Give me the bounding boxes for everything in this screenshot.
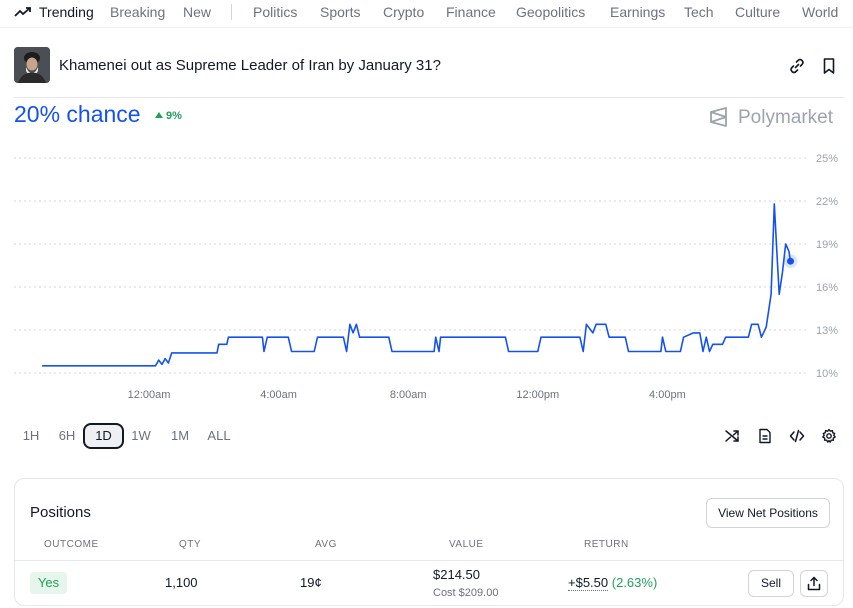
- range-1m[interactable]: 1M: [167, 423, 193, 449]
- col-qty: QTY: [179, 539, 202, 550]
- nav-item-breaking[interactable]: Breaking: [110, 4, 165, 20]
- up-arrow-icon: [155, 112, 163, 118]
- share-icon: [807, 576, 821, 591]
- polymarket-logo-icon: [710, 107, 727, 127]
- avg-value: 19¢: [300, 575, 322, 590]
- nav-item-finance[interactable]: Finance: [446, 4, 496, 20]
- delta-value: 9%: [166, 110, 182, 122]
- x-tick-label: 8:00am: [390, 389, 427, 401]
- nav-item-crypto[interactable]: Crypto: [383, 4, 424, 20]
- nav-item-tech[interactable]: Tech: [684, 4, 714, 20]
- market-title: Khamenei out as Supreme Leader of Iran b…: [59, 57, 441, 74]
- positions-panel: Positions View Net Positions OUTCOME QTY…: [14, 478, 844, 606]
- y-tick-label: 10%: [816, 368, 838, 380]
- col-outcome: OUTCOME: [44, 539, 99, 550]
- brand-name: Polymarket: [738, 107, 834, 128]
- qty-value: 1,100: [165, 575, 198, 590]
- outcome-badge: Yes: [30, 572, 67, 594]
- range-1w[interactable]: 1W: [128, 423, 154, 449]
- y-tick-label: 25%: [816, 153, 838, 165]
- nav-item-politics[interactable]: Politics: [253, 4, 297, 20]
- nav-trending[interactable]: Trending: [39, 4, 94, 20]
- settings-icon[interactable]: [821, 428, 837, 444]
- last-point: [787, 257, 795, 265]
- col-avg: AVG: [315, 539, 337, 550]
- y-tick-label: 22%: [816, 196, 838, 208]
- nav-item-earnings[interactable]: Earnings: [610, 4, 665, 20]
- range-6h[interactable]: 6H: [55, 423, 79, 449]
- document-icon[interactable]: [757, 428, 773, 444]
- portrait-image: [14, 47, 50, 83]
- series-line: [42, 203, 792, 367]
- position-value: $214.50: [433, 567, 480, 582]
- nav-item-culture[interactable]: Culture: [735, 4, 780, 20]
- nav-item-world[interactable]: World: [802, 4, 838, 20]
- positions-divider: [15, 560, 843, 561]
- range-all[interactable]: ALL: [204, 423, 234, 449]
- top-nav: Trending Breaking New Politics Sports Cr…: [0, 0, 853, 28]
- share-button[interactable]: [800, 570, 828, 597]
- header-divider: [14, 97, 844, 98]
- col-return: RETURN: [584, 539, 629, 550]
- x-tick-label: 4:00pm: [649, 389, 686, 401]
- y-tick-label: 16%: [816, 282, 838, 294]
- price-chart[interactable]: 25% 22% 19% 16% 13% 10% 12:00am 4:00am 8:00am 12:…: [0, 140, 853, 410]
- market-image: [14, 47, 50, 83]
- shuffle-icon[interactable]: [724, 428, 740, 444]
- trending-icon: [14, 7, 31, 17]
- x-tick-label: 12:00am: [128, 389, 171, 401]
- link-icon[interactable]: [787, 56, 807, 76]
- nav-item-geopolitics[interactable]: Geopolitics: [516, 4, 585, 20]
- nav-item-new[interactable]: New: [183, 4, 211, 20]
- col-value: VALUE: [449, 539, 484, 550]
- nav-divider: [231, 4, 232, 20]
- range-1h[interactable]: 1H: [19, 423, 43, 449]
- range-1d[interactable]: 1D: [83, 423, 124, 449]
- chance-delta: 9%: [155, 110, 182, 122]
- y-tick-label: 19%: [816, 239, 838, 251]
- bookmark-icon[interactable]: [819, 56, 839, 76]
- return-percent: (2.63%): [611, 575, 658, 590]
- positions-title: Positions: [30, 504, 91, 521]
- x-tick-label: 12:00pm: [516, 389, 559, 401]
- code-icon[interactable]: [789, 428, 805, 444]
- view-net-positions-button[interactable]: View Net Positions: [706, 498, 830, 528]
- chance-value: 20% chance: [14, 101, 141, 127]
- return-value: +$5.50 (2.63%): [568, 575, 658, 591]
- position-cost: Cost $209.00: [433, 587, 499, 599]
- nav-item-sports[interactable]: Sports: [320, 4, 360, 20]
- x-tick-label: 4:00am: [260, 389, 297, 401]
- y-tick-label: 13%: [816, 325, 838, 337]
- return-amount: +$5.50: [568, 575, 609, 591]
- sell-button[interactable]: Sell: [748, 570, 794, 597]
